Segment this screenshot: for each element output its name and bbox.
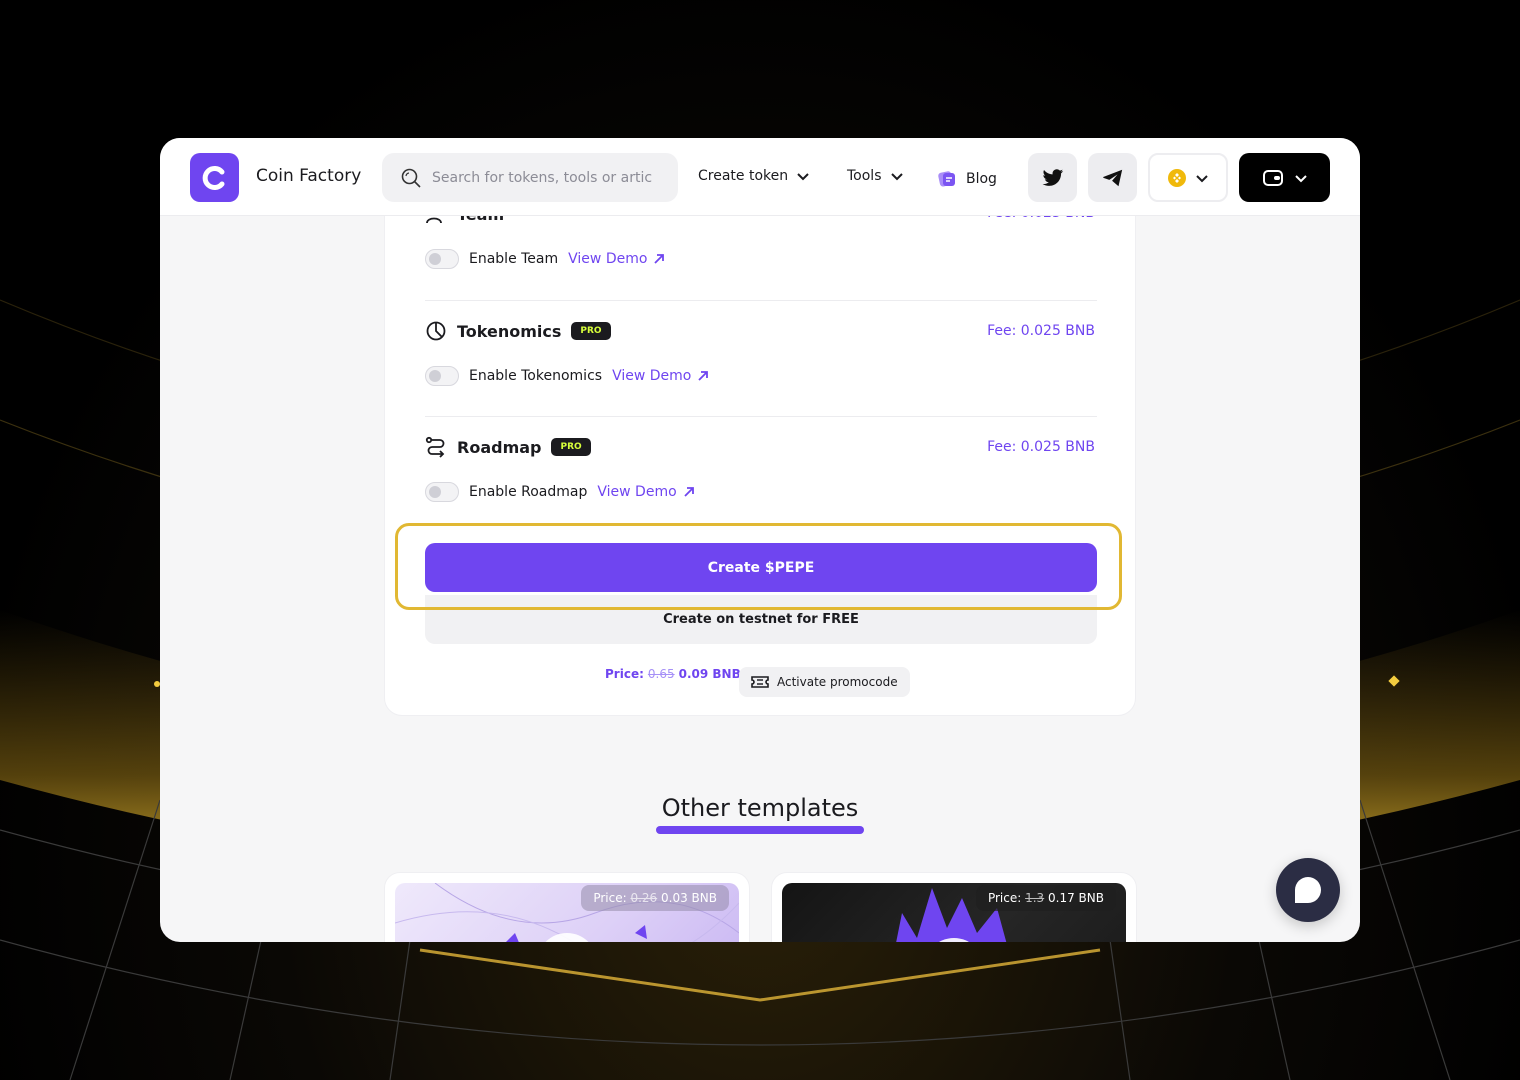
chevron-down-icon bbox=[890, 173, 903, 181]
template-price-label: Price: bbox=[593, 891, 627, 905]
roadmap-view-demo-link[interactable]: View Demo bbox=[597, 484, 694, 500]
tokenomics-toggle-label: Enable Tokenomics bbox=[469, 368, 603, 384]
arrow-up-right-icon bbox=[654, 254, 665, 264]
nav-tools[interactable]: Tools bbox=[847, 168, 904, 184]
other-templates-title: Other templates bbox=[661, 794, 859, 822]
logo-c-icon bbox=[202, 165, 224, 190]
roadmap-title: Roadmap bbox=[457, 437, 542, 457]
nav-blog[interactable]: Blog bbox=[936, 168, 997, 190]
create-token-label: Create $PEPE bbox=[707, 559, 815, 576]
template-price-badge: Price: 1.3 0.17 BNB bbox=[975, 885, 1116, 911]
template-card[interactable]: Price: 1.3 0.17 BNB bbox=[771, 872, 1137, 942]
price-label: Price: bbox=[605, 667, 644, 681]
price-line: Price: 0.65 0.09 BNB bbox=[605, 667, 741, 681]
roadmap-section-title: Roadmap PRO bbox=[425, 436, 591, 458]
roadmap-toggle[interactable] bbox=[425, 482, 459, 502]
arrow-up-right-icon bbox=[684, 487, 694, 497]
nav-create-token-label: Create token bbox=[698, 168, 789, 184]
chat-icon bbox=[1295, 877, 1321, 903]
tokenomics-view-demo-link[interactable]: View Demo bbox=[612, 368, 709, 384]
roadmap-view-demo-label: View Demo bbox=[597, 484, 677, 500]
pie-chart-icon bbox=[426, 321, 446, 341]
team-view-demo-link[interactable]: View Demo bbox=[568, 251, 665, 267]
bnb-icon bbox=[1168, 168, 1186, 187]
chevron-down-icon bbox=[1196, 174, 1208, 182]
roadmap-toggle-row: Enable Roadmap View Demo bbox=[425, 482, 695, 502]
brand-name[interactable]: Coin Factory bbox=[256, 166, 361, 186]
telegram-button[interactable] bbox=[1088, 153, 1137, 202]
chevron-down-icon bbox=[1294, 174, 1307, 182]
nav-blog-label: Blog bbox=[966, 171, 997, 187]
nav-create-token[interactable]: Create token bbox=[698, 168, 810, 184]
search-box[interactable] bbox=[382, 153, 678, 202]
search-icon bbox=[401, 168, 421, 188]
template-price-label: Price: bbox=[987, 891, 1022, 905]
twitter-icon bbox=[1042, 168, 1063, 186]
team-toggle[interactable] bbox=[425, 249, 459, 269]
chat-button[interactable] bbox=[1276, 858, 1340, 922]
activate-promocode-button[interactable]: Activate promocode bbox=[739, 667, 910, 697]
team-toggle-row: Enable Team View Demo bbox=[425, 249, 665, 269]
arrow-up-right-icon bbox=[698, 371, 709, 381]
tokenomics-section-title: Tokenomics PRO bbox=[425, 320, 611, 342]
pro-badge: PRO bbox=[571, 322, 611, 340]
roadmap-toggle-label: Enable Roadmap bbox=[469, 484, 588, 500]
divider bbox=[425, 416, 1097, 417]
top-navbar: Coin Factory Create token Tools bbox=[160, 138, 1360, 216]
pro-badge: PRO bbox=[551, 438, 591, 456]
chain-selector[interactable] bbox=[1148, 153, 1228, 202]
create-token-button[interactable]: Create $PEPE bbox=[425, 543, 1097, 592]
template-card[interactable]: Price: 0.26 0.03 BNB bbox=[384, 872, 750, 942]
browser-window: Coin Factory Create token Tools bbox=[160, 138, 1360, 942]
tokenomics-fee: Fee: 0.025 BNB bbox=[987, 323, 1095, 339]
wallet-button[interactable] bbox=[1239, 153, 1330, 202]
nav-tools-label: Tools bbox=[847, 168, 882, 184]
tokenomics-toggle[interactable] bbox=[425, 366, 459, 386]
price-new: 0.09 BNB bbox=[678, 667, 741, 681]
search-input[interactable] bbox=[432, 169, 672, 186]
team-toggle-label: Enable Team bbox=[469, 251, 559, 267]
template-price-old: 0.26 bbox=[630, 891, 658, 905]
template-price-new: 0.03 BNB bbox=[661, 891, 717, 905]
template-price-badge: Price: 0.26 0.03 BNB bbox=[581, 885, 729, 911]
page-background: Coin Factory Create token Tools bbox=[0, 0, 1520, 1080]
team-view-demo-label: View Demo bbox=[568, 251, 648, 267]
token-options-card: Team Fee: 0.025 BNB Enable Team View Dem… bbox=[384, 168, 1136, 716]
divider bbox=[425, 300, 1097, 301]
tokenomics-view-demo-label: View Demo bbox=[612, 368, 692, 384]
promo-label: Activate promocode bbox=[777, 675, 898, 689]
tokenomics-toggle-row: Enable Tokenomics View Demo bbox=[425, 366, 709, 386]
blog-icon bbox=[938, 171, 955, 187]
create-testnet-button[interactable]: Create on testnet for FREE bbox=[425, 595, 1097, 644]
template-price-new: 0.17 BNB bbox=[1048, 891, 1104, 905]
roadmap-fee: Fee: 0.025 BNB bbox=[987, 439, 1095, 455]
create-testnet-label: Create on testnet for FREE bbox=[663, 612, 859, 627]
twitter-button[interactable] bbox=[1028, 153, 1077, 202]
coin-factory-logo[interactable] bbox=[190, 153, 239, 202]
telegram-icon bbox=[1102, 169, 1122, 186]
price-old: 0.65 bbox=[647, 667, 675, 681]
template-price-old: 1.3 bbox=[1025, 891, 1045, 905]
chevron-down-icon bbox=[797, 173, 809, 181]
title-underline bbox=[656, 826, 864, 834]
ticket-icon bbox=[751, 676, 769, 688]
wallet-icon bbox=[1262, 169, 1283, 186]
tokenomics-title: Tokenomics bbox=[457, 321, 562, 341]
route-icon bbox=[425, 436, 445, 458]
